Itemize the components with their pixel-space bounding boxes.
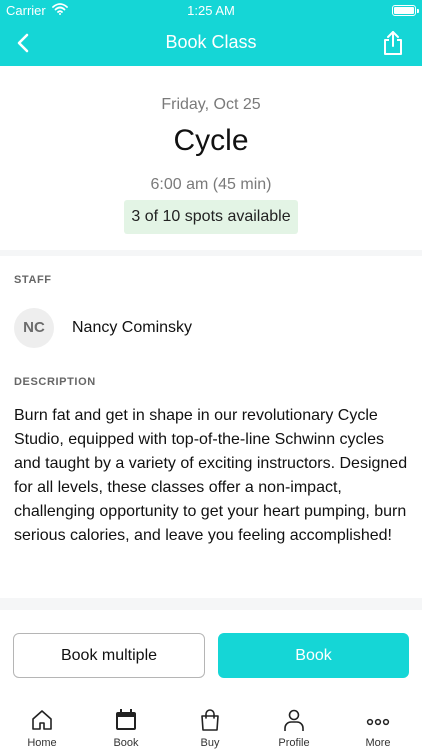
home-icon xyxy=(32,710,52,730)
tab-bar: Home Book Buy Profile More xyxy=(0,704,422,750)
staff-name[interactable]: Nancy Cominsky xyxy=(72,319,192,337)
description-section-label: DESCRIPTION xyxy=(14,376,96,388)
share-icon xyxy=(384,31,402,55)
status-bar: Carrier 1:25 AM xyxy=(0,0,422,20)
tab-label: Profile xyxy=(278,737,310,749)
tab-label: More xyxy=(365,737,391,749)
avatar: NC xyxy=(14,308,54,348)
tab-profile[interactable]: Profile xyxy=(252,704,336,750)
divider xyxy=(0,598,422,610)
tab-label: Buy xyxy=(200,737,220,749)
profile-icon xyxy=(284,709,304,731)
nav-bar: Book Class xyxy=(0,20,422,66)
more-icon xyxy=(366,718,390,726)
header: Carrier 1:25 AM Book Class xyxy=(0,0,422,66)
action-area: Book multiple Book xyxy=(0,610,422,704)
divider xyxy=(0,250,422,256)
class-date: Friday, Oct 25 xyxy=(161,96,261,113)
page-title: Book Class xyxy=(165,32,257,52)
clock: 1:25 AM xyxy=(187,3,235,18)
calendar-icon xyxy=(116,709,136,730)
tab-buy[interactable]: Buy xyxy=(168,704,252,750)
tab-book[interactable]: Book xyxy=(84,704,168,750)
tab-more[interactable]: More xyxy=(336,704,420,750)
class-info: Friday, Oct 25 Cycle 6:00 am (45 min) 3 … xyxy=(0,66,422,250)
share-button[interactable] xyxy=(378,28,408,58)
shopping-bag-icon xyxy=(201,709,219,731)
book-multiple-button[interactable]: Book multiple xyxy=(13,633,205,678)
class-time: 6:00 am (45 min) xyxy=(150,176,272,193)
class-name: Cycle xyxy=(173,124,249,157)
staff-section-label: STAFF xyxy=(14,274,52,286)
battery-icon xyxy=(392,5,419,16)
tab-home[interactable]: Home xyxy=(0,704,84,750)
book-button[interactable]: Book xyxy=(218,633,409,678)
tab-label: Book xyxy=(113,737,139,749)
tab-label: Home xyxy=(27,737,57,749)
class-description: Burn fat and get in shape in our revolut… xyxy=(14,407,408,544)
spots-badge: 3 of 10 spots available xyxy=(124,200,298,234)
